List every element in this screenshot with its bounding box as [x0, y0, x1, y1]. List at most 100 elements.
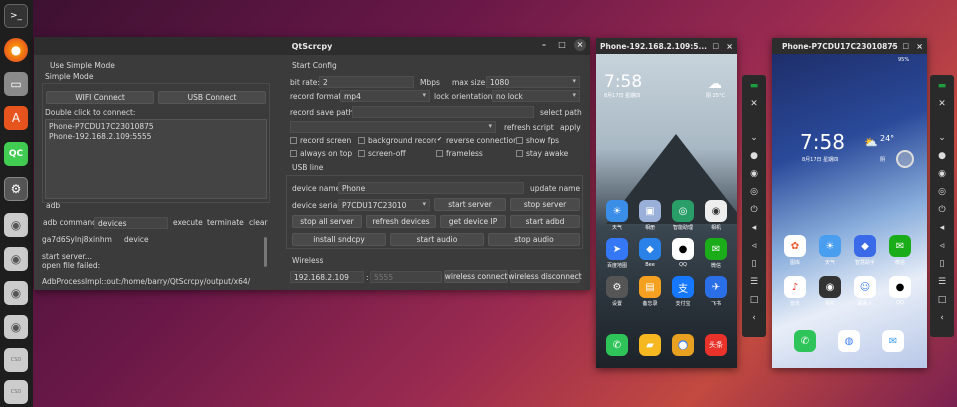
terminate-button[interactable]: terminate — [207, 218, 244, 227]
device-name-input[interactable]: Phone — [338, 182, 524, 194]
stop-all-server-button[interactable]: stop all server — [292, 215, 362, 228]
drive-icon[interactable]: ◉ — [4, 281, 28, 305]
checkbox-box[interactable] — [516, 137, 523, 144]
app-icon-qq[interactable]: ● — [889, 276, 911, 298]
app-icon-assistant[interactable]: ◆ — [854, 235, 876, 257]
start-audio-button[interactable]: start audio — [390, 233, 484, 246]
app-icon-toutiao[interactable]: 头条 — [705, 334, 727, 356]
files-icon[interactable]: ▭ — [4, 72, 28, 96]
settings-icon[interactable]: ⚙ — [4, 177, 28, 201]
frameless-checkbox[interactable]: frameless — [436, 149, 483, 158]
checkbox-box[interactable] — [516, 150, 523, 157]
list-item[interactable]: Phone-192.168.2.109:5555 — [49, 132, 151, 141]
wireless-connect-button[interactable]: wireless connect — [444, 270, 508, 283]
app-icon-browser[interactable]: ◍ — [838, 330, 860, 352]
home-icon[interactable]: □ — [934, 293, 950, 307]
close-icon[interactable]: × — [726, 42, 733, 51]
qt-creator-icon[interactable]: QC — [4, 142, 28, 166]
app-icon-weather[interactable]: ☀ — [819, 235, 841, 257]
refresh-devices-button[interactable]: refresh devices — [366, 215, 436, 228]
app-store-icon[interactable]: A — [4, 106, 28, 130]
checkbox-box[interactable] — [436, 150, 443, 157]
log-output[interactable]: ga7d6Sylnj8xinhm device start server... … — [40, 231, 268, 287]
execute-button[interactable]: execute — [173, 218, 203, 227]
eye-off-icon[interactable]: ◎ — [746, 185, 762, 199]
phone2-screen[interactable]: 95% 7:58 ⛅ 24° 8月17日 星期四 阴 ✿ ☀ ◆ ✉ 图库 天气… — [772, 54, 927, 368]
install-sndcpy-button[interactable]: install sndcpy — [292, 233, 386, 246]
stop-audio-button[interactable]: stop audio — [488, 233, 580, 246]
phone1-screen[interactable]: 7:58 8月17日 星期四 ☁ 阴 25°C ☀ ▣ ◎ ◉ 天气 相册 智能… — [596, 54, 737, 368]
checkbox-box[interactable] — [290, 137, 297, 144]
use-simple-mode-toggle[interactable]: Use Simple Mode — [50, 61, 115, 70]
refresh-script-button[interactable]: refresh script — [504, 123, 554, 132]
app-icon-feishu[interactable]: ✈ — [705, 276, 727, 298]
adb-command-input[interactable]: devices — [94, 217, 168, 229]
device-list[interactable]: Phone-P7CDU17C23010875 Phone-192.168.2.1… — [45, 119, 267, 199]
drive-icon[interactable]: ◉ — [4, 213, 28, 237]
firefox-icon[interactable]: ● — [4, 38, 28, 62]
list-item[interactable]: Phone-P7CDU17C23010875 — [49, 122, 154, 131]
app-icon-maps[interactable]: ➤ — [606, 238, 628, 260]
drive-icon[interactable]: ◉ — [4, 315, 28, 339]
float-ball[interactable] — [896, 150, 914, 168]
usb-connect-button[interactable]: USB Connect — [158, 91, 266, 104]
eye-off-icon[interactable]: ◎ — [934, 185, 950, 199]
app-icon-chrome[interactable]: ● — [672, 334, 694, 356]
app-icon-settings[interactable]: ⚙ — [606, 276, 628, 298]
select-path-button[interactable]: select path — [540, 108, 582, 117]
stop-server-button[interactable]: stop server — [510, 198, 580, 211]
app-icon-wechat[interactable]: ✉ — [705, 238, 727, 260]
keymap-icon[interactable]: ▬ — [746, 79, 762, 93]
start-server-button[interactable]: start server — [434, 198, 506, 211]
app-icon-camera[interactable]: ◉ — [705, 200, 727, 222]
app-icon-assistant[interactable]: ◎ — [672, 200, 694, 222]
app-icon-contacts[interactable]: ☺ — [854, 276, 876, 298]
record-screen-checkbox[interactable]: record screen — [290, 136, 351, 145]
app-icon-gallery[interactable]: ✿ — [784, 235, 806, 257]
volume-down-icon[interactable]: ◃ — [746, 239, 762, 253]
lock-orientation-select[interactable]: no lock — [492, 90, 580, 102]
app-icon-wechat[interactable]: ✉ — [889, 235, 911, 257]
clear-button[interactable]: clear — [249, 218, 268, 227]
terminal-icon[interactable]: >_ — [4, 4, 28, 28]
app-icon-alipay[interactable]: 支 — [672, 276, 694, 298]
app-icon-phone[interactable]: ✆ — [606, 334, 628, 356]
app-icon-gallery[interactable]: ▣ — [639, 200, 661, 222]
record-format-select[interactable]: mp4 — [340, 90, 430, 102]
checkbox-box[interactable] — [358, 150, 365, 157]
power-button-icon[interactable]: ⏻ — [746, 203, 762, 217]
wireless-ip-input[interactable]: 192.168.2.109 — [290, 271, 364, 283]
eye-icon[interactable]: ◉ — [934, 167, 950, 181]
background-record-checkbox[interactable]: background record — [358, 136, 439, 145]
wireless-port-input[interactable]: 5555 — [370, 271, 442, 283]
minimize-button[interactable]: – — [538, 39, 550, 51]
app-icon-files[interactable]: ▰ — [639, 334, 661, 356]
app-icon-notes[interactable]: ▤ — [639, 276, 661, 298]
checkbox-box[interactable] — [358, 137, 365, 144]
fullscreen-icon[interactable]: ✕ — [746, 97, 762, 111]
eye-icon[interactable]: ◉ — [746, 167, 762, 181]
app-switch-icon[interactable]: ▯ — [746, 257, 762, 271]
volume-up-icon[interactable]: ◂ — [746, 221, 762, 235]
back-icon[interactable]: ‹ — [746, 311, 762, 325]
screen-off-checkbox[interactable]: screen-off — [358, 149, 406, 158]
keymap-icon[interactable]: ▬ — [934, 79, 950, 93]
app-icon-camera[interactable]: ◉ — [819, 276, 841, 298]
drive-icon[interactable]: CSD — [4, 348, 28, 372]
device-serial-select[interactable]: P7CDU17C23010 — [338, 199, 430, 211]
show-fps-checkbox[interactable]: show fps — [516, 136, 559, 145]
app-icon-music[interactable]: ♪ — [784, 276, 806, 298]
maximize-button[interactable]: □ — [556, 39, 568, 51]
get-device-ip-button[interactable]: get device IP — [440, 215, 506, 228]
record-save-path-input[interactable] — [352, 106, 534, 118]
fullscreen-icon[interactable]: ✕ — [934, 97, 950, 111]
wifi-connect-button[interactable]: WIFI Connect — [46, 91, 154, 104]
app-icon-phone[interactable]: ✆ — [794, 330, 816, 352]
maximize-icon[interactable]: □ — [712, 42, 719, 50]
script-select[interactable] — [290, 121, 496, 133]
app-switch-icon[interactable]: ▯ — [934, 257, 950, 271]
checkbox-box[interactable] — [290, 150, 297, 157]
stay-awake-checkbox[interactable]: stay awake — [516, 149, 568, 158]
app-icon-messages[interactable]: ✉ — [882, 330, 904, 352]
maximize-icon[interactable]: □ — [902, 42, 909, 50]
